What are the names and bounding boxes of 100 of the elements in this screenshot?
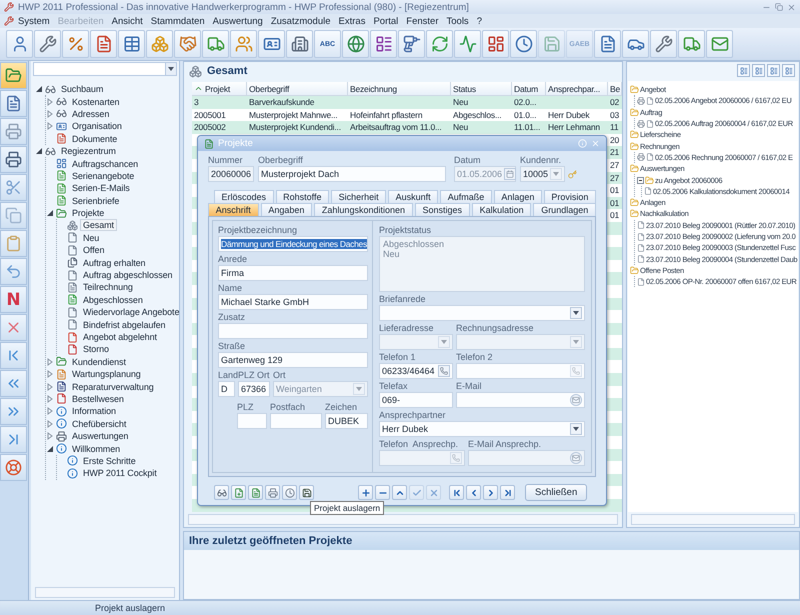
menu-item[interactable]: Ansicht [108,16,147,26]
tree-item[interactable]: Storno [80,343,112,356]
tab[interactable]: Auskunft [388,190,438,203]
tree-item[interactable]: Organisation [69,120,125,132]
customer-dropdown[interactable]: 10005 [520,166,566,182]
field-label: Straße [218,341,246,352]
new-button[interactable]: N [0,286,27,313]
menu-item[interactable]: Portal [369,16,402,26]
status-text: Projekt auslagern [95,603,166,613]
menu-item[interactable]: Stammdaten [146,16,209,26]
tree-item[interactable]: Wiedervorlage Angebote [80,306,179,318]
text-field[interactable]: Firma [218,265,368,281]
tab[interactable]: Sicherheit [331,190,386,203]
tab[interactable]: Anschrift [208,203,259,216]
table-cell-text: Abgeschlos... [452,108,502,122]
column-header[interactable]: Be [608,82,622,96]
tree-item[interactable]: Auftrag abgeschlossen [80,269,176,282]
menu-item[interactable]: Fenster [402,16,442,26]
tree-item[interactable]: Auftragschancen [69,158,142,170]
table-cell-text: 01 [609,184,620,197]
tab[interactable]: Grundlagen [533,203,596,216]
table-row[interactable]: 3 Barverkaufskunde Neu 02.0... 02 [192,96,622,109]
tree-item[interactable]: Regiezentrum [58,145,119,158]
tree-item[interactable]: Dokumente [69,132,120,145]
table-cell-text: Musterprojekt Kundendi... [248,121,342,134]
tree-item[interactable]: Kundendienst [69,356,129,368]
text-field[interactable]: Dämmung und Eindeckung eines Daches [218,236,368,252]
tree-item[interactable]: Serien-E-Mails [69,182,133,194]
tab[interactable]: Kalkulation [472,203,532,216]
menu-item[interactable]: Zusatzmodule [266,16,335,26]
tree-item[interactable]: Willkommen [69,442,124,455]
tab[interactable]: Sonstiges [414,203,470,216]
text-field[interactable]: Musterprojekt Dach [258,166,446,182]
tree-item[interactable]: Bestellwesen [69,392,127,405]
text-field[interactable]: Gartenweg 129 [218,352,368,368]
tree-item[interactable]: Serienangebote [69,170,138,182]
tree-item[interactable]: Wartungsplanung [69,368,144,380]
contact-dropdown[interactable]: Herr Dubek [379,421,585,437]
tab[interactable]: Rohstoffe [276,190,330,203]
tree-item[interactable]: HWP 2011 Cockpit [80,467,160,480]
tab[interactable]: Angaben [260,203,312,216]
column-header[interactable]: Datum [512,82,546,96]
tree-item[interactable]: Bindefrist abgelaufen [80,318,168,331]
text-field[interactable]: 67366 [238,381,270,397]
menu-item[interactable]: Tools [442,16,473,26]
tab[interactable]: Aufmaße [440,190,492,203]
table-cell-text: 03 [609,108,620,122]
menu-item[interactable]: System [14,16,54,26]
phone-field[interactable]: 06233/46464 [379,363,453,379]
column-header[interactable]: Status [451,82,512,96]
fax-field[interactable]: 069- [379,392,453,408]
column-header[interactable]: Oberbegriff [247,82,348,96]
tree-item[interactable]: Abgeschlossen [80,294,146,306]
table-cell-text: 3 [193,96,200,109]
tree-item[interactable]: Neu [80,232,102,244]
field-label: Rechnungsadresse [456,323,535,334]
tree-item[interactable]: Offen [80,244,108,256]
column-header[interactable]: Projekt [192,82,247,96]
table-cell-text: 01 [609,196,620,210]
table-cell-text: 02 [609,96,620,109]
field-label: Nummer [208,155,244,166]
tree-item[interactable]: Erste Schritte [80,454,139,467]
tree-item[interactable]: Kostenarten [69,96,122,108]
table-cell-text: 20 [609,134,620,146]
menu-item[interactable]: Extras [334,16,370,26]
tree-item[interactable]: Reparaturverwaltung [69,380,157,393]
table-cell-text: 27 [609,172,620,184]
tree-item[interactable]: Teilrechnung [80,281,136,294]
tree-item[interactable]: Chefübersicht [69,418,130,430]
tree-item[interactable]: Suchbaum [58,83,106,96]
tab[interactable]: Zahlungskonditionen [314,203,413,216]
tree-item[interactable]: Projekte [69,207,108,220]
field-label: E-Mail [456,381,483,392]
text-field[interactable]: 20060006 [208,166,254,182]
table-row[interactable]: 2005001 Musterprojekt Mahnwe... Hofeinfahrt pflastern Abgeschlos... 01.0... Herr Dubek 03 [192,108,622,122]
field-label: Telefon Ansprechp. [379,439,460,450]
column-header[interactable]: Bezeichnung [348,82,451,96]
tree-item[interactable]: Adressen [69,108,112,120]
column-header[interactable]: Ansprechpar... [546,82,608,96]
tree-item[interactable]: Serienbriefe [69,194,122,207]
tab[interactable]: Anlagen [494,190,542,203]
text-field[interactable]: Michael Starke GmbH [218,294,368,310]
tab[interactable]: Provision [544,190,596,203]
tree-item[interactable]: Auftrag erhalten [80,256,148,269]
close-button[interactable]: Schließen [525,484,588,501]
table-cell-text: 11.01... [513,121,542,134]
text-field[interactable]: D [218,381,235,397]
tree-item[interactable]: Information [69,405,119,418]
menu-item[interactable]: Auswertung [208,16,267,26]
text-field[interactable]: DUBEK [325,413,368,429]
tree-item[interactable]: Auswertungen [69,430,132,442]
menu-item[interactable]: ? [472,16,486,26]
tree-item[interactable]: Gesamt [80,219,117,232]
pane-title: Gesamt [207,65,248,77]
tooltip: Projekt auslagern [310,501,384,515]
table-row[interactable]: 2005002 Musterprojekt Kundendi... Arbeitsauftrag vom 11.0... Neu 11.01... Herr Lehmann 11 [192,121,622,134]
tab[interactable]: Erlöscodes [214,190,274,203]
tree-item[interactable]: Angebot abgelehnt [80,331,160,343]
table-cell-text: Musterprojekt Mahnwe... [248,108,338,122]
table-cell-text: Herr Dubek [547,108,590,122]
